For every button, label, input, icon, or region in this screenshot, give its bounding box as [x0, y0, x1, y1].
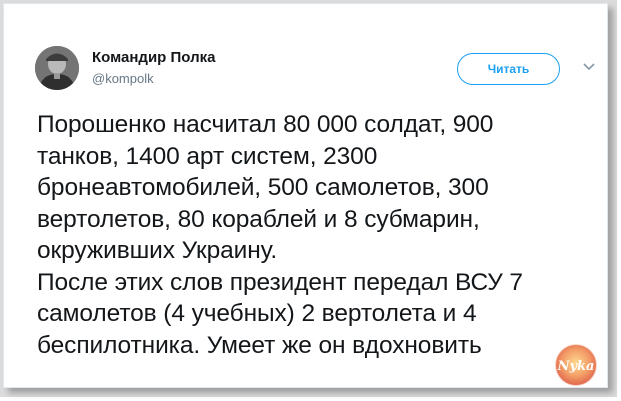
author-display-name[interactable]: Командир Полка [92, 49, 215, 66]
tweet-text: Порошенко насчитал 80 000 солдат, 900 та… [37, 111, 523, 359]
svg-text:Nyka: Nyka [557, 359, 595, 374]
tweet-card: Командир Полка @kompolk Читать Порошенко… [3, 3, 608, 388]
avatar[interactable] [35, 46, 79, 90]
follow-button-label: Читать [487, 62, 530, 76]
chevron-down-icon[interactable] [582, 62, 596, 72]
profile-photo-icon [35, 46, 79, 90]
author-handle[interactable]: @kompolk [92, 71, 154, 86]
watermark-logo-icon: Nyka [554, 343, 598, 387]
follow-button[interactable]: Читать [457, 53, 560, 85]
